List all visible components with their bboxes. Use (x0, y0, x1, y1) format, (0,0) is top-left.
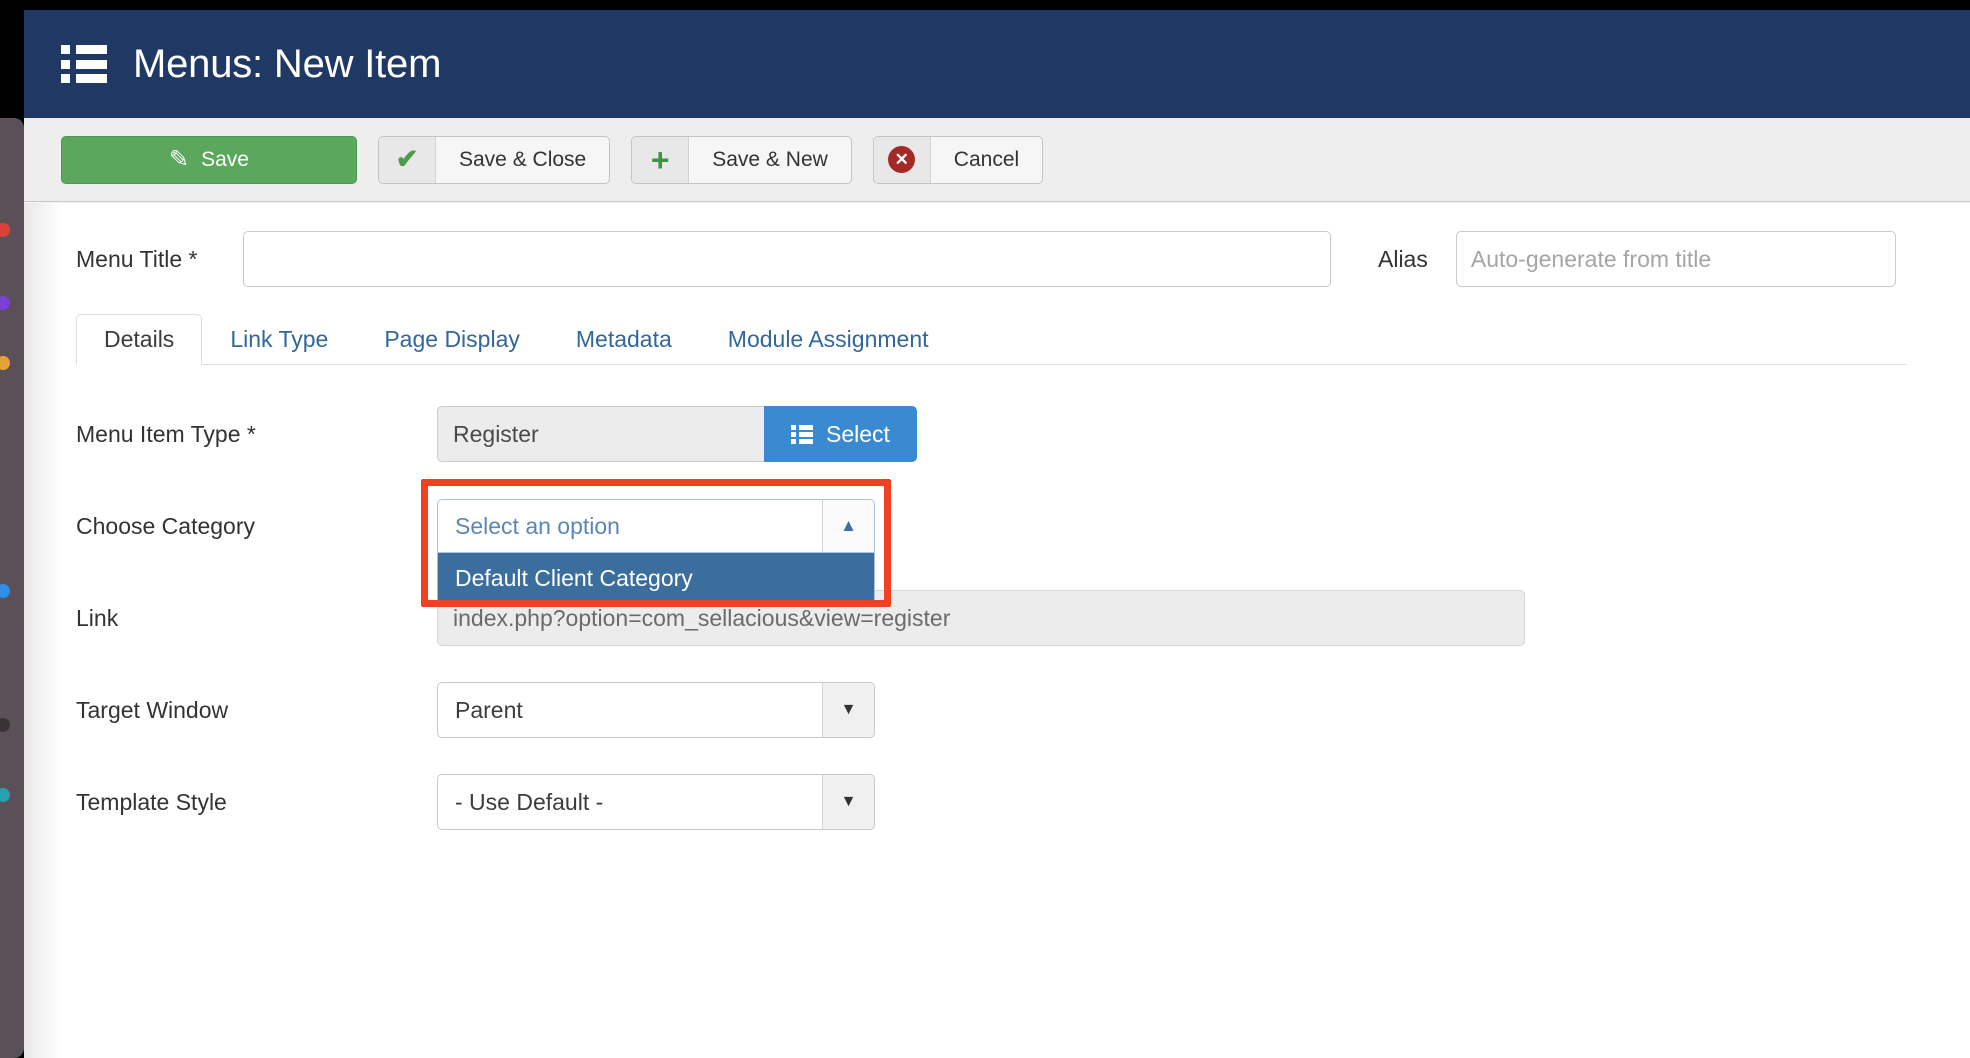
save-button[interactable]: ✎ Save (61, 135, 357, 184)
toolbar: ✎ Save ✔ Save & Close + Save & New ✕ Can… (24, 118, 1970, 202)
application-viewport: Menus: New Item ✎ Save ✔ Save & Close + … (24, 0, 1970, 1058)
plus-icon: + (632, 136, 690, 183)
menu-item-type-value: Register (437, 406, 764, 462)
target-window-select[interactable]: Parent ▼ (437, 682, 875, 738)
tab-metadata-label: Metadata (575, 326, 672, 352)
template-style-label: Template Style (76, 788, 227, 815)
app-icon-red[interactable] (0, 223, 10, 237)
app-icon-teal[interactable] (0, 788, 10, 802)
cancel-button-label: Cancel (953, 147, 1020, 171)
menu-title-input[interactable] (243, 231, 1331, 287)
save-pencil-icon: ✎ (169, 146, 190, 173)
save-and-new-button[interactable]: + Save & New (631, 135, 852, 184)
viewport-top-edge (24, 0, 1970, 10)
choose-category-select[interactable]: Select an option ▲ (437, 499, 875, 553)
chevron-down-icon[interactable]: ▼ (822, 683, 874, 737)
link-label: Link (76, 604, 119, 631)
alias-label: Alias (1378, 245, 1428, 272)
menu-list-icon (61, 45, 107, 83)
chevron-up-icon[interactable]: ▲ (822, 500, 874, 552)
choose-category-row: Choose Category Select an option ▲ Defau… (76, 479, 891, 607)
grid-list-icon (791, 424, 813, 444)
os-dock (0, 118, 24, 1058)
choose-category-option-label: Default Client Category (455, 565, 693, 591)
tab-page-display-label: Page Display (384, 326, 520, 352)
content-left-edge (24, 203, 62, 1058)
app-icon-blue[interactable] (0, 584, 10, 598)
tab-module-assignment[interactable]: Module Assignment (700, 314, 957, 365)
choose-category-control: Select an option ▲ Default Client Catego… (421, 479, 891, 607)
target-window-value: Parent (455, 696, 523, 723)
page-title: Menus: New Item (133, 41, 442, 86)
form-content-area: Menu Title * Alias Details Link Type Pag… (24, 203, 1970, 1058)
title-alias-row: Menu Title * Alias (76, 223, 1906, 295)
menu-item-type-row: Menu Item Type * Register Select (76, 406, 917, 462)
target-window-label: Target Window (76, 696, 229, 723)
app-icon-purple[interactable] (0, 296, 10, 310)
save-and-close-button-label: Save & Close (459, 147, 587, 171)
alias-input[interactable] (1455, 231, 1896, 287)
tab-metadata[interactable]: Metadata (548, 314, 700, 365)
save-and-new-button-label: Save & New (712, 147, 828, 171)
target-window-row: Target Window Parent ▼ (76, 682, 875, 738)
tab-module-assignment-label: Module Assignment (727, 326, 929, 352)
cancel-circle-icon: ✕ (873, 136, 931, 183)
template-style-value: - Use Default - (455, 788, 604, 815)
save-button-label: Save (201, 147, 249, 171)
tab-details[interactable]: Details (76, 314, 203, 365)
tab-link-type[interactable]: Link Type (202, 314, 356, 365)
tab-bar: Details Link Type Page Display Metadata … (76, 313, 1906, 365)
chevron-down-icon[interactable]: ▼ (822, 775, 874, 829)
menu-item-type-select-button[interactable]: Select (764, 406, 917, 462)
tab-details-label: Details (104, 326, 175, 352)
choose-category-label: Choose Category (76, 512, 255, 539)
check-icon: ✔ (379, 136, 436, 183)
tab-page-display[interactable]: Page Display (356, 314, 548, 365)
choose-category-option-default-client-category[interactable]: Default Client Category (438, 553, 874, 604)
template-style-select[interactable]: - Use Default - ▼ (437, 774, 875, 830)
menu-title-label: Menu Title * (76, 245, 198, 272)
menu-item-type-label: Menu Item Type * (76, 420, 256, 447)
choose-category-dropdown: Default Client Category (437, 553, 875, 605)
page-header: Menus: New Item (24, 10, 1970, 118)
menu-item-type-select-label: Select (826, 420, 890, 447)
menu-item-type-control: Register Select (437, 406, 917, 462)
cancel-button[interactable]: ✕ Cancel (872, 135, 1044, 184)
app-icon-orange[interactable] (0, 356, 10, 370)
app-icon-dark[interactable] (0, 718, 10, 732)
save-and-close-button[interactable]: ✔ Save & Close (378, 135, 611, 184)
template-style-row: Template Style - Use Default - ▼ (76, 774, 875, 830)
tab-link-type-label: Link Type (230, 326, 329, 352)
choose-category-placeholder: Select an option (455, 512, 620, 539)
